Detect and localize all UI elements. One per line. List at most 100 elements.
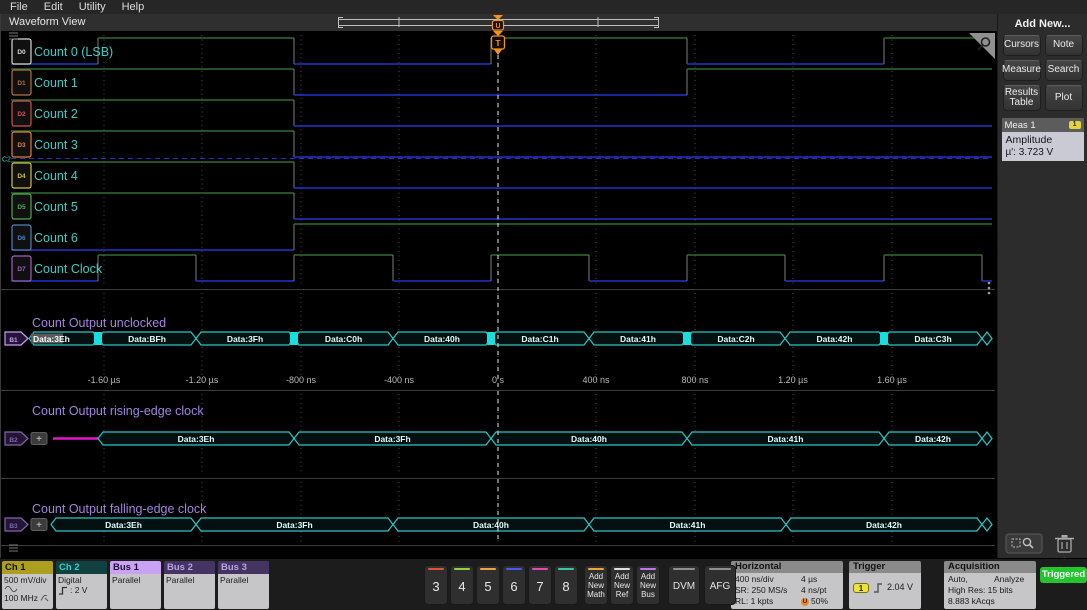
sidebar-button-note[interactable]: Note: [1045, 35, 1083, 56]
bus-badge-B2[interactable]: B2: [5, 432, 28, 445]
horizontal-window: 4 µs: [801, 574, 839, 585]
sidebar-button-plot[interactable]: Plot: [1045, 85, 1083, 111]
source-badge-bus-2[interactable]: Bus 2Parallel: [164, 561, 215, 609]
svg-text:D3: D3: [17, 142, 26, 149]
channel-button-4[interactable]: 4: [450, 565, 474, 605]
digital-channel-D1[interactable]: D1Count 1: [11, 69, 992, 95]
corner-zoom-control[interactable]: [969, 33, 995, 59]
svg-text:Data:3Eh: Data:3Eh: [105, 520, 142, 530]
svg-text:+: +: [36, 520, 42, 531]
badge-text: : 2 V: [70, 585, 87, 595]
bus-badge-B1[interactable]: B1: [5, 332, 28, 345]
channel-button-5[interactable]: 5: [476, 565, 500, 605]
digital-channel-D2[interactable]: D2 Count 2: [11, 100, 992, 126]
digital-channel-label-D2: Count 2: [34, 107, 78, 121]
probe-icon: [40, 594, 49, 602]
record-view-ruler[interactable]: U: [1, 14, 998, 31]
bus-badge-B3[interactable]: B3: [5, 518, 28, 531]
bus-expand-button-B2[interactable]: +: [31, 433, 47, 446]
channel-button-8[interactable]: 8: [554, 565, 578, 605]
svg-text:Data:BFh: Data:BFh: [128, 334, 166, 344]
trigger-panel[interactable]: Trigger 1 2.04 V: [849, 561, 921, 609]
add-new-label: AddNewRef: [611, 572, 633, 600]
time-axis-label: 400 ns: [582, 375, 610, 385]
digital-channel-badge-D6[interactable]: D6: [12, 225, 31, 250]
svg-text:Data:42h: Data:42h: [866, 520, 902, 530]
source-badge-bus-1[interactable]: Bus 1Parallel: [110, 561, 161, 609]
bus-expand-button-B3[interactable]: +: [31, 519, 47, 532]
digital-channel-badge-D3[interactable]: D3: [12, 132, 31, 157]
add-new-bus-button[interactable]: AddNewBus: [636, 565, 660, 605]
badge-body-line: Parallel: [220, 575, 267, 585]
sidebar-button-results-table[interactable]: Results Table: [1003, 85, 1041, 111]
ruler-trigger-marker[interactable]: U: [493, 15, 504, 30]
menu-item-help[interactable]: Help: [122, 1, 145, 13]
bus-segment[interactable]: [982, 518, 992, 531]
horizontal-panel[interactable]: Horizontal 400 ns/div4 µs SR: 250 MS/s4 …: [731, 561, 843, 609]
channel-number: 8: [555, 579, 577, 594]
time-axis-label: -800 ns: [286, 375, 317, 385]
digital-channel-label-D6: Count 6: [34, 231, 78, 245]
digital-channel-D3[interactable]: D3Count 3: [11, 131, 992, 157]
add-new-ref-button[interactable]: AddNewRef: [610, 565, 634, 605]
channel-color-stripe: [480, 568, 496, 570]
digital-channel-badge-D0[interactable]: D0: [12, 39, 31, 64]
box-zoom-button[interactable]: [1006, 534, 1042, 553]
trigger-level: 2.04 V: [887, 582, 913, 594]
pane-splitter-handle[interactable]: [988, 282, 991, 285]
time-axis-label: -1.60 µs: [88, 375, 121, 385]
digital-channel-badge-D2[interactable]: D2: [12, 101, 31, 126]
pane-splitter-handle[interactable]: [988, 292, 991, 295]
svg-text:D0: D0: [17, 49, 26, 56]
bus-segment[interactable]: [982, 332, 992, 345]
source-badge-bus-3[interactable]: Bus 3Parallel: [218, 561, 269, 609]
pane-splitter-handle[interactable]: [988, 287, 991, 290]
add-new-math-button[interactable]: AddNewMath: [584, 565, 608, 605]
menu-item-utility[interactable]: Utility: [79, 1, 106, 13]
digital-channel-label-D0: Count 0 (LSB): [34, 45, 113, 59]
sidebar-button-measure[interactable]: Measure: [1003, 60, 1041, 81]
badge-text: 100 MHz: [4, 593, 38, 603]
svg-text:D7: D7: [17, 266, 26, 273]
measurement-result-card[interactable]: Meas 1 1 Amplitude µ': 3.723 V: [1002, 118, 1084, 161]
channel-button-7[interactable]: 7: [528, 565, 552, 605]
acquisition-panel-title: Acquisition: [944, 561, 1036, 573]
sidebar-button-cursors[interactable]: Cursors: [1003, 35, 1041, 56]
edge-icon: [58, 586, 68, 595]
channel-button-3[interactable]: 3: [424, 565, 448, 605]
add-new-label: AddNewBus: [637, 572, 659, 600]
digital-channel-badge-D1[interactable]: D1: [12, 70, 31, 95]
menu-item-edit[interactable]: Edit: [44, 1, 63, 13]
digital-channel-badge-D4[interactable]: D4: [12, 163, 31, 188]
afg-button[interactable]: AFG: [704, 565, 736, 605]
digital-channel-badge-D7[interactable]: D7: [12, 256, 31, 281]
channel-button-6[interactable]: 6: [502, 565, 526, 605]
svg-text:Data:41h: Data:41h: [670, 520, 706, 530]
svg-text:D4: D4: [17, 173, 26, 180]
badge-title: Bus 2: [164, 561, 215, 574]
trash-button[interactable]: [1055, 535, 1074, 552]
digital-channel-D5[interactable]: D5Count 5: [11, 193, 992, 219]
measurement-source-badge: 1: [1069, 121, 1081, 129]
bus-B1[interactable]: Count Output unclockedB1Data:3EhData:BFh…: [5, 316, 992, 385]
measurement-value: µ': 3.723 V: [1006, 147, 1080, 158]
source-badge-ch-1[interactable]: Ch 1500 mV/div100 MHz: [2, 561, 53, 609]
digital-channel-D7[interactable]: D7Count Clock: [11, 255, 992, 281]
svg-text:D2: D2: [17, 111, 26, 118]
dvm-button[interactable]: DVM: [668, 565, 700, 605]
sidebar-button-search[interactable]: Search: [1045, 60, 1083, 81]
acquisition-panel[interactable]: Acquisition Auto,Analyze High Res: 15 bi…: [944, 561, 1036, 609]
channel-number: 4: [451, 579, 473, 594]
trigger-flag[interactable]: T: [492, 31, 505, 55]
time-axis-label: 800 ns: [681, 375, 709, 385]
svg-text:B2: B2: [9, 437, 18, 444]
digital-channel-D6[interactable]: D6Count 6: [11, 224, 992, 250]
source-badge-ch-2[interactable]: Ch 2Digital: 2 V: [56, 561, 107, 609]
trash-icon: [1055, 535, 1074, 552]
digital-channel-badge-D5[interactable]: D5: [12, 194, 31, 219]
badge-body: Digital: 2 V: [56, 574, 107, 609]
waveform-canvas[interactable]: C2D0Count 0 (LSB)D1Count 1D2Count 2D3Cou…: [1, 31, 998, 558]
menu-item-file[interactable]: File: [10, 1, 28, 13]
digital-channel-D4[interactable]: D4Count 4: [11, 162, 992, 188]
bus-segment[interactable]: [982, 432, 992, 445]
